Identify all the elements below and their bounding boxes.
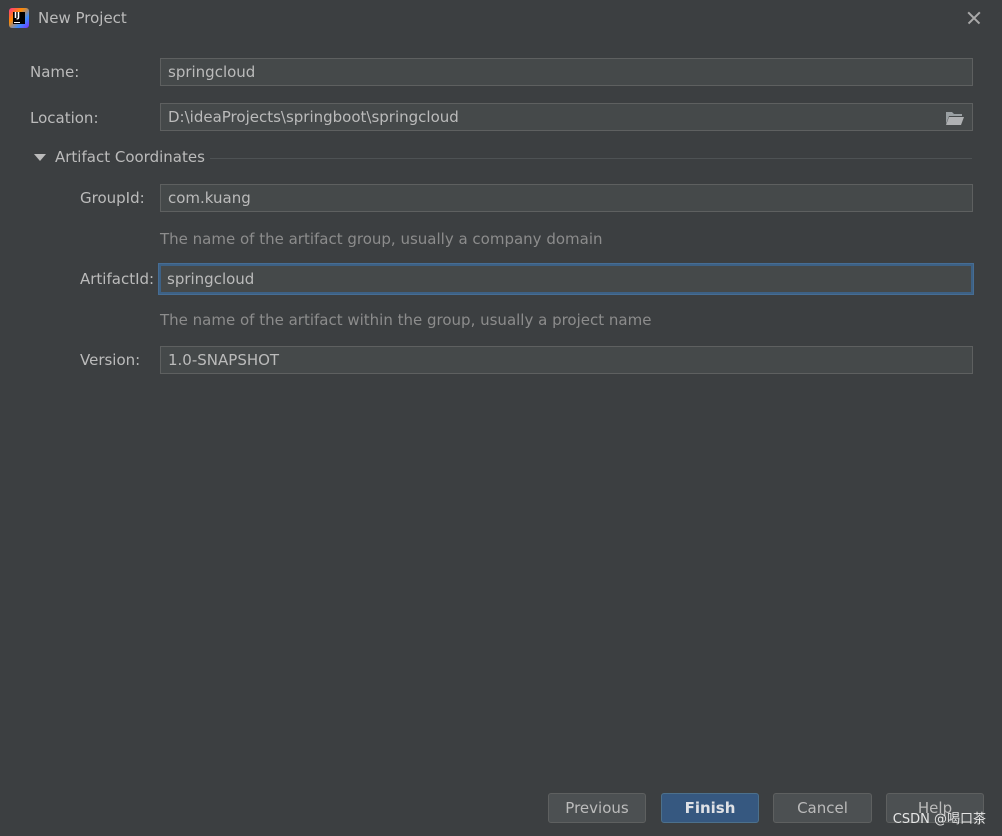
artifact-coordinates-section: Artifact Coordinates — [34, 148, 974, 168]
section-divider — [210, 158, 972, 159]
groupid-input[interactable] — [160, 184, 973, 212]
title-bar: IJ New Project — [0, 0, 1002, 36]
name-input[interactable] — [160, 58, 973, 86]
name-label: Name: — [30, 63, 80, 81]
version-input[interactable] — [160, 346, 973, 374]
folder-open-icon[interactable] — [945, 110, 965, 126]
triangle-down-icon[interactable] — [34, 154, 46, 161]
groupid-hint: The name of the artifact group, usually … — [160, 230, 603, 248]
csdn-watermark: CSDN @喝口茶 — [892, 812, 986, 827]
version-label: Version: — [80, 351, 141, 369]
groupid-label: GroupId: — [80, 189, 145, 207]
artifactid-hint: The name of the artifact within the grou… — [160, 311, 652, 329]
dialog-title: New Project — [38, 9, 127, 27]
new-project-dialog: IJ New Project Name: Location: Artifact … — [0, 0, 1002, 836]
cancel-button[interactable]: Cancel — [773, 793, 872, 823]
previous-button[interactable]: Previous — [548, 793, 646, 823]
close-icon[interactable] — [964, 8, 984, 28]
section-title[interactable]: Artifact Coordinates — [55, 148, 205, 166]
artifactid-input[interactable] — [159, 264, 973, 294]
location-input[interactable] — [160, 103, 973, 131]
intellij-idea-icon: IJ — [9, 8, 29, 28]
artifactid-label: ArtifactId: — [80, 270, 155, 288]
finish-button[interactable]: Finish — [661, 793, 759, 823]
location-label: Location: — [30, 109, 99, 127]
